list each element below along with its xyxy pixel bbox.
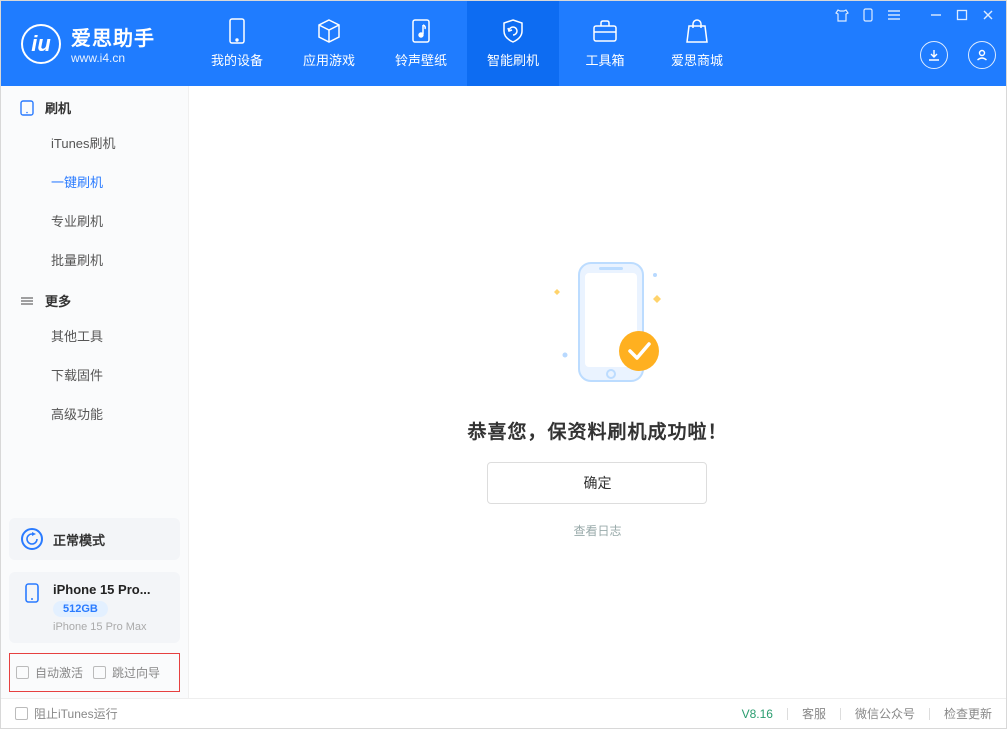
success-illustration — [527, 245, 667, 399]
checkbox-label: 跳过向导 — [112, 664, 160, 681]
sidebar-item-download-firmware[interactable]: 下载固件 — [1, 355, 188, 394]
phone-small-icon[interactable] — [860, 7, 876, 23]
briefcase-icon — [592, 18, 618, 44]
checkbox-label: 阻止iTunes运行 — [34, 705, 118, 722]
sidebar-item-batch-flash[interactable]: 批量刷机 — [1, 240, 188, 279]
tablet-icon — [19, 100, 35, 116]
nav-label: 铃声壁纸 — [395, 50, 447, 69]
menu-icon[interactable] — [886, 7, 902, 23]
nav-label: 应用游戏 — [303, 50, 355, 69]
checkbox-icon — [93, 666, 106, 679]
options-highlight-box: 自动激活 跳过向导 — [9, 653, 180, 692]
support-link[interactable]: 客服 — [802, 705, 826, 722]
flash-result: 恭喜您，保资料刷机成功啦！ 确定 查看日志 — [467, 245, 727, 539]
body: 刷机 iTunes刷机 一键刷机 专业刷机 批量刷机 更多 其他工具 下载固件 … — [1, 86, 1006, 698]
nav-label: 智能刷机 — [487, 50, 539, 69]
separator — [929, 708, 930, 720]
sidebar-group-more[interactable]: 更多 — [1, 279, 188, 316]
nav-apps-games[interactable]: 应用游戏 — [283, 1, 375, 86]
checkbox-icon — [16, 666, 29, 679]
sidebar: 刷机 iTunes刷机 一键刷机 专业刷机 批量刷机 更多 其他工具 下载固件 … — [1, 86, 189, 698]
device-model: iPhone 15 Pro Max — [53, 621, 151, 633]
app-name: 爱思助手 — [71, 22, 155, 51]
separator — [840, 708, 841, 720]
sidebar-group-flash[interactable]: 刷机 — [1, 86, 188, 123]
header-bar: iu 爱思助手 www.i4.cn 我的设备 应用游戏 铃声壁纸 — [1, 1, 1006, 86]
maximize-button[interactable] — [954, 7, 970, 23]
top-nav: 我的设备 应用游戏 铃声壁纸 智能刷机 工具箱 — [191, 1, 743, 86]
app-logo-icon: iu — [21, 24, 61, 64]
sidebar-item-itunes-flash[interactable]: iTunes刷机 — [1, 123, 188, 162]
minimize-button[interactable] — [928, 7, 944, 23]
device-card[interactable]: iPhone 15 Pro... 512GB iPhone 15 Pro Max — [9, 572, 180, 643]
confirm-button[interactable]: 确定 — [487, 462, 707, 504]
download-icon[interactable] — [920, 41, 948, 69]
refresh-icon — [21, 528, 43, 550]
skip-wizard-checkbox[interactable]: 跳过向导 — [93, 664, 160, 681]
skin-icon[interactable] — [834, 7, 850, 23]
header-right — [834, 1, 1006, 86]
status-label: 正常模式 — [53, 530, 105, 549]
sidebar-item-pro-flash[interactable]: 专业刷机 — [1, 201, 188, 240]
device-name: iPhone 15 Pro... — [53, 582, 151, 597]
nav-ringtone-wallpaper[interactable]: 铃声壁纸 — [375, 1, 467, 86]
nav-label: 爱思商城 — [671, 50, 723, 69]
sidebar-item-oneclick-flash[interactable]: 一键刷机 — [1, 162, 188, 201]
checkbox-label: 自动激活 — [35, 664, 83, 681]
window-controls — [834, 7, 996, 23]
sidebar-item-other-tools[interactable]: 其他工具 — [1, 316, 188, 355]
main-content: 恭喜您，保资料刷机成功啦！ 确定 查看日志 — [189, 86, 1006, 698]
app-url: www.i4.cn — [71, 51, 155, 65]
block-itunes-checkbox[interactable]: 阻止iTunes运行 — [15, 705, 118, 722]
more-lines-icon — [19, 293, 35, 309]
phone-icon — [227, 18, 247, 44]
device-phone-icon — [21, 582, 43, 604]
refresh-shield-icon — [500, 18, 526, 44]
shopping-bag-icon — [685, 18, 709, 44]
success-headline: 恭喜您，保资料刷机成功啦！ — [467, 417, 727, 444]
device-capacity-badge: 512GB — [53, 601, 108, 617]
close-button[interactable] — [980, 7, 996, 23]
sidebar-group-title: 刷机 — [45, 98, 71, 117]
nav-my-device[interactable]: 我的设备 — [191, 1, 283, 86]
sidebar-group-title: 更多 — [45, 291, 71, 310]
nav-label: 我的设备 — [211, 50, 263, 69]
wechat-link[interactable]: 微信公众号 — [855, 705, 915, 722]
nav-label: 工具箱 — [585, 50, 624, 69]
footer-bar: 阻止iTunes运行 V8.16 客服 微信公众号 检查更新 — [1, 698, 1006, 728]
view-log-link[interactable]: 查看日志 — [573, 522, 621, 539]
separator — [787, 708, 788, 720]
app-logo-block: iu 爱思助手 www.i4.cn — [1, 1, 191, 86]
nav-toolbox[interactable]: 工具箱 — [559, 1, 651, 86]
auto-activate-checkbox[interactable]: 自动激活 — [16, 664, 83, 681]
version-label: V8.16 — [742, 707, 773, 721]
app-logo-text: 爱思助手 www.i4.cn — [71, 22, 155, 65]
check-update-link[interactable]: 检查更新 — [944, 705, 992, 722]
sidebar-item-advanced[interactable]: 高级功能 — [1, 394, 188, 433]
status-card[interactable]: 正常模式 — [9, 518, 180, 560]
nav-smart-flash[interactable]: 智能刷机 — [467, 1, 559, 86]
cube-icon — [316, 18, 342, 44]
nav-store[interactable]: 爱思商城 — [651, 1, 743, 86]
music-note-icon — [410, 18, 432, 44]
user-icon[interactable] — [968, 41, 996, 69]
checkbox-icon — [15, 707, 28, 720]
